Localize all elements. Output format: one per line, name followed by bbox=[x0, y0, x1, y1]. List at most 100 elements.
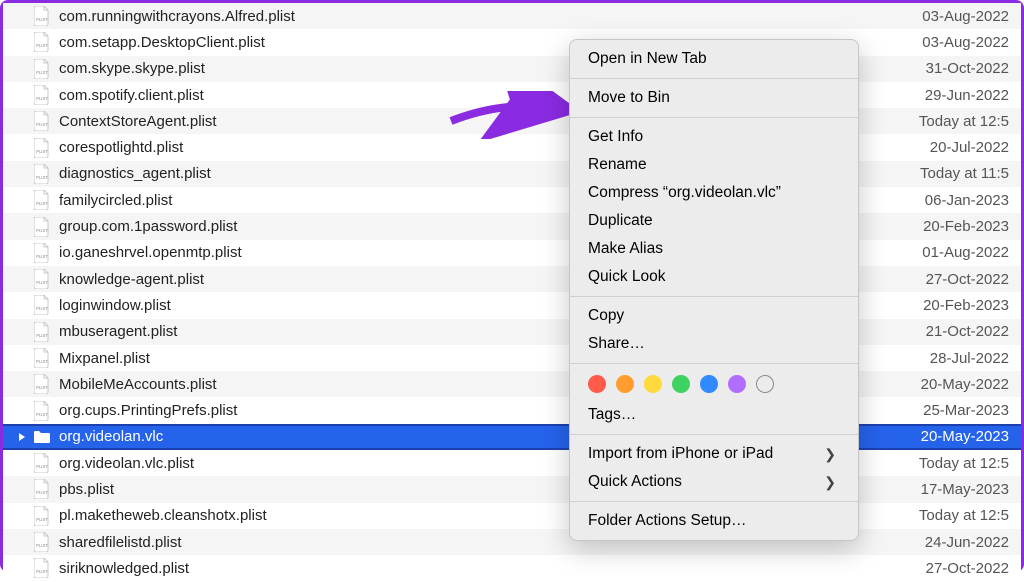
file-row[interactable]: PLISTcom.skype.skype.plist31-Oct-2022 bbox=[3, 56, 1021, 82]
file-date: Today at 12:5 bbox=[919, 113, 1013, 130]
tag-none-icon[interactable] bbox=[756, 375, 774, 393]
menu-tags[interactable]: Tags… bbox=[570, 401, 858, 429]
file-row[interactable]: PLISTfamilycircled.plist06-Jan-2023 bbox=[3, 187, 1021, 213]
file-row[interactable]: PLISTcom.setapp.DesktopClient.plist03-Au… bbox=[3, 29, 1021, 55]
tag-color-dot[interactable] bbox=[616, 375, 634, 393]
file-date: 25-Mar-2023 bbox=[923, 402, 1013, 419]
file-row[interactable]: PLISTknowledge-agent.plist27-Oct-2022 bbox=[3, 266, 1021, 292]
menu-copy[interactable]: Copy bbox=[570, 302, 858, 330]
plist-file-icon: PLIST bbox=[33, 375, 51, 393]
svg-text:PLIST: PLIST bbox=[36, 543, 48, 548]
file-date: 27-Oct-2022 bbox=[926, 560, 1013, 577]
menu-make-alias[interactable]: Make Alias bbox=[570, 235, 858, 263]
plist-file-icon: PLIST bbox=[33, 480, 51, 498]
svg-text:PLIST: PLIST bbox=[36, 96, 48, 101]
svg-text:PLIST: PLIST bbox=[36, 464, 48, 469]
file-date: 31-Oct-2022 bbox=[926, 60, 1013, 77]
file-date: 20-Feb-2023 bbox=[923, 297, 1013, 314]
svg-text:PLIST: PLIST bbox=[36, 201, 48, 206]
menu-move-to-bin[interactable]: Move to Bin bbox=[570, 84, 858, 112]
svg-text:PLIST: PLIST bbox=[36, 228, 48, 233]
file-row[interactable]: PLISTpbs.plist17-May-2023 bbox=[3, 476, 1021, 502]
menu-separator bbox=[570, 434, 858, 435]
file-row[interactable]: PLISTMixpanel.plist28-Jul-2022 bbox=[3, 345, 1021, 371]
plist-file-icon: PLIST bbox=[33, 218, 51, 236]
chevron-right-icon: ❯ bbox=[824, 446, 840, 463]
svg-text:PLIST: PLIST bbox=[36, 333, 48, 338]
plist-file-icon: PLIST bbox=[33, 296, 51, 314]
svg-text:PLIST: PLIST bbox=[36, 175, 48, 180]
file-date: 03-Aug-2022 bbox=[922, 8, 1013, 25]
tag-color-dot[interactable] bbox=[728, 375, 746, 393]
menu-open-new-tab[interactable]: Open in New Tab bbox=[570, 45, 858, 73]
plist-file-icon: PLIST bbox=[33, 454, 51, 472]
file-row[interactable]: PLIST com.runningwithcrayons.Alfred.plist… bbox=[3, 3, 1021, 29]
svg-text:PLIST: PLIST bbox=[36, 306, 48, 311]
file-date: Today at 12:5 bbox=[919, 507, 1013, 524]
tag-color-dot[interactable] bbox=[644, 375, 662, 393]
file-date: 20-May-2022 bbox=[921, 376, 1013, 393]
svg-text:PLIST: PLIST bbox=[36, 412, 48, 417]
plist-file-icon: PLIST bbox=[33, 86, 51, 104]
svg-text:PLIST: PLIST bbox=[36, 149, 48, 154]
file-row[interactable]: PLISTgroup.com.1password.plist20-Feb-202… bbox=[3, 213, 1021, 239]
file-row[interactable]: PLISTsharedfilelistd.plist24-Jun-2022 bbox=[3, 529, 1021, 555]
menu-compress[interactable]: Compress “org.videolan.vlc” bbox=[570, 179, 858, 207]
menu-get-info[interactable]: Get Info bbox=[570, 123, 858, 151]
menu-folder-actions[interactable]: Folder Actions Setup… bbox=[570, 507, 858, 535]
plist-file-icon: PLIST bbox=[33, 165, 51, 183]
svg-text:PLIST: PLIST bbox=[36, 254, 48, 259]
plist-file-icon: PLIST bbox=[33, 559, 51, 577]
plist-file-icon: PLIST bbox=[33, 139, 51, 157]
file-date: 21-Oct-2022 bbox=[926, 323, 1013, 340]
svg-text:PLIST: PLIST bbox=[36, 517, 48, 522]
file-name: com.runningwithcrayons.Alfred.plist bbox=[59, 8, 922, 25]
file-date: 20-Jul-2022 bbox=[930, 139, 1013, 156]
file-name: siriknowledged.plist bbox=[59, 560, 926, 577]
file-row[interactable]: PLISTloginwindow.plist20-Feb-2023 bbox=[3, 292, 1021, 318]
menu-rename[interactable]: Rename bbox=[570, 151, 858, 179]
menu-separator bbox=[570, 501, 858, 502]
file-row[interactable]: PLISTmbuseragent.plist21-Oct-2022 bbox=[3, 319, 1021, 345]
plist-file-icon: PLIST bbox=[33, 33, 51, 51]
plist-file-icon: PLIST bbox=[33, 60, 51, 78]
file-row[interactable]: PLISTMobileMeAccounts.plist20-May-2022 bbox=[3, 371, 1021, 397]
file-row[interactable]: org.videolan.vlc20-May-2023 bbox=[3, 424, 1021, 450]
svg-text:PLIST: PLIST bbox=[36, 359, 48, 364]
file-date: 24-Jun-2022 bbox=[925, 534, 1013, 551]
file-date: 03-Aug-2022 bbox=[922, 34, 1013, 51]
svg-text:PLIST: PLIST bbox=[36, 43, 48, 48]
file-date: Today at 11:5 bbox=[920, 165, 1013, 182]
file-date: 27-Oct-2022 bbox=[926, 271, 1013, 288]
menu-separator bbox=[570, 78, 858, 79]
file-row[interactable]: PLISTcorespotlightd.plist20-Jul-2022 bbox=[3, 134, 1021, 160]
disclosure-triangle-icon[interactable] bbox=[17, 432, 27, 442]
file-row[interactable]: PLISTorg.cups.PrintingPrefs.plist25-Mar-… bbox=[3, 397, 1021, 423]
file-row[interactable]: PLISTorg.videolan.vlc.plistToday at 12:5 bbox=[3, 450, 1021, 476]
file-date: 06-Jan-2023 bbox=[925, 192, 1013, 209]
menu-share[interactable]: Share… bbox=[570, 330, 858, 358]
tag-color-dot[interactable] bbox=[672, 375, 690, 393]
svg-text:PLIST: PLIST bbox=[36, 122, 48, 127]
menu-quick-actions[interactable]: Quick Actions❯ bbox=[570, 468, 858, 496]
menu-import-from[interactable]: Import from iPhone or iPad❯ bbox=[570, 440, 858, 468]
plist-file-icon: PLIST bbox=[33, 7, 51, 25]
menu-separator bbox=[570, 296, 858, 297]
menu-quick-look[interactable]: Quick Look bbox=[570, 263, 858, 291]
tag-color-dot[interactable] bbox=[588, 375, 606, 393]
tag-color-row bbox=[570, 369, 858, 401]
file-row[interactable]: PLISTdiagnostics_agent.plistToday at 11:… bbox=[3, 161, 1021, 187]
plist-file-icon: PLIST bbox=[33, 402, 51, 420]
file-date: 29-Jun-2022 bbox=[925, 87, 1013, 104]
folder-icon bbox=[33, 428, 51, 446]
file-row[interactable]: PLISTpl.maketheweb.cleanshotx.plistToday… bbox=[3, 503, 1021, 529]
context-menu: Open in New Tab Move to Bin Get Info Ren… bbox=[569, 39, 859, 541]
file-row[interactable]: PLISTContextStoreAgent.plistToday at 12:… bbox=[3, 108, 1021, 134]
file-row[interactable]: PLIST siriknowledged.plist27-Oct-2022 bbox=[3, 555, 1021, 581]
tag-color-dot[interactable] bbox=[700, 375, 718, 393]
file-row[interactable]: PLISTcom.spotify.client.plist29-Jun-2022 bbox=[3, 82, 1021, 108]
plist-file-icon: PLIST bbox=[33, 349, 51, 367]
plist-file-icon: PLIST bbox=[33, 191, 51, 209]
menu-duplicate[interactable]: Duplicate bbox=[570, 207, 858, 235]
file-row[interactable]: PLISTio.ganeshrvel.openmtp.plist01-Aug-2… bbox=[3, 240, 1021, 266]
